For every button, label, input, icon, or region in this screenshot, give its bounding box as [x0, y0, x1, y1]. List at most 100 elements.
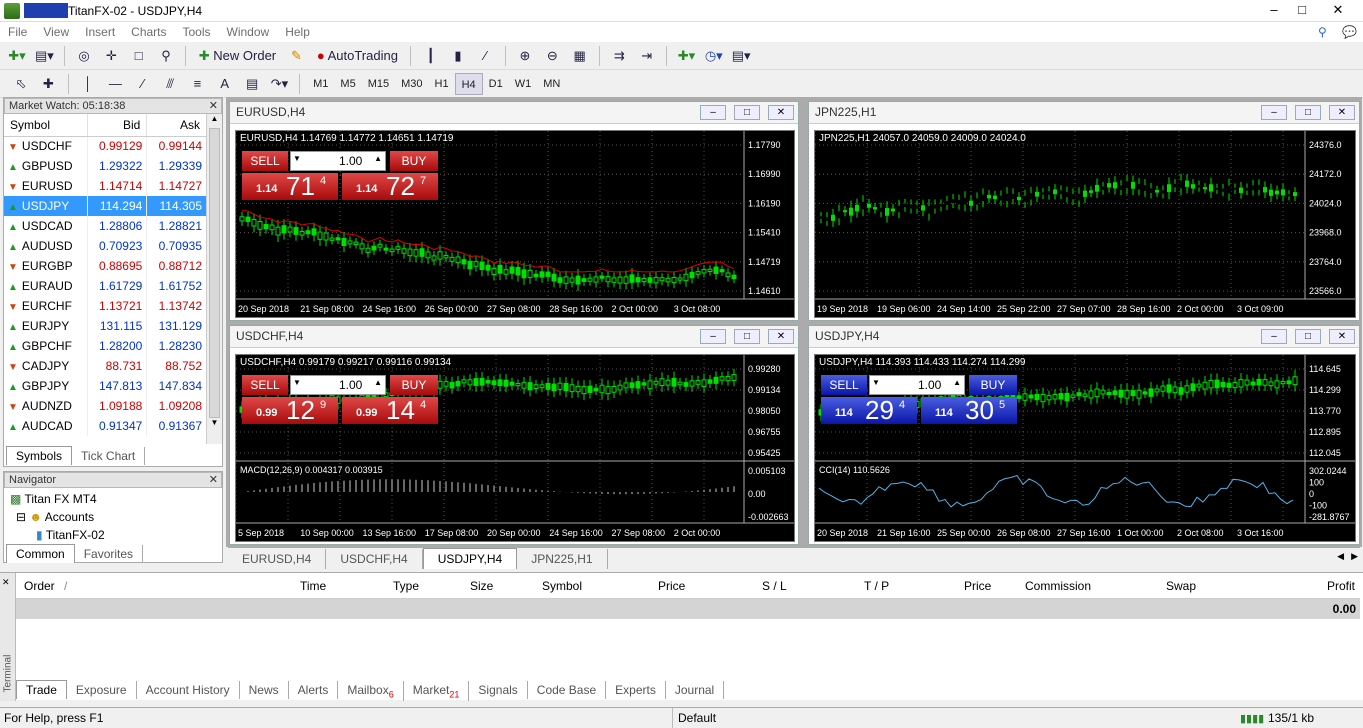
lot-up-icon[interactable]: ▲ — [374, 378, 382, 387]
market-watch-row[interactable]: ▲ USDCAD 1.28806 1.28821 — [4, 216, 207, 236]
buy-price-button[interactable]: 1.14 72 7 — [342, 171, 438, 201]
tab-favorites[interactable]: Favorites — [75, 545, 144, 563]
market-watch-row[interactable]: ▲ AUDUSD 0.70923 0.70935 — [4, 236, 207, 256]
market-watch-row[interactable]: ▼ AUDNZD 1.09188 1.09208 — [4, 396, 207, 416]
col-sl[interactable]: S / L — [762, 579, 787, 593]
lot-input[interactable]: ▼ 1.00 ▲ — [290, 375, 386, 395]
market-watch-row[interactable]: ▼ EURCHF 1.13721 1.13742 — [4, 296, 207, 316]
terminal-tab-news[interactable]: News — [240, 681, 289, 699]
zoom-out-icon[interactable]: ⊖ — [541, 45, 563, 67]
menu-view[interactable]: View — [35, 22, 77, 42]
col-tp[interactable]: T / P — [864, 579, 889, 593]
col-bid[interactable]: Bid — [87, 114, 148, 137]
lot-up-icon[interactable]: ▲ — [374, 154, 382, 163]
zoom-in-icon[interactable]: ⊕ — [514, 45, 536, 67]
navigator-icon[interactable]: □ — [128, 45, 150, 67]
col-time[interactable]: Time — [300, 579, 326, 593]
buy-label-button[interactable]: BUY — [390, 375, 438, 395]
nav-account-server[interactable]: ▮ TitanFX-02 — [10, 526, 105, 544]
terminal-tab-trade[interactable]: Trade — [16, 680, 67, 699]
sell-price-button[interactable]: 1.14 71 4 — [242, 171, 338, 201]
tf-h4[interactable]: H4 — [454, 73, 483, 95]
market-watch-row[interactable]: ▲ AUDCAD 0.91347 0.91367 — [4, 416, 207, 436]
chart-close-button[interactable]: ✕ — [768, 105, 794, 120]
market-watch-row[interactable]: ▼ CADJPY 88.731 88.752 — [4, 356, 207, 376]
search-icon[interactable]: ⚲ — [1310, 22, 1335, 42]
templates-icon[interactable]: ▤▾ — [730, 45, 752, 67]
chart-maximize-button[interactable]: □ — [1295, 105, 1321, 120]
chart-plot[interactable]: 24376.0 24172.0 24024.0 23968.0 23764.0 23566… — [814, 130, 1356, 318]
col-profit[interactable]: Profit — [1327, 579, 1355, 593]
lot-down-icon[interactable]: ▼ — [872, 378, 880, 387]
scroll-down-icon[interactable]: ▼ — [207, 418, 222, 432]
terminal-tab-alerts[interactable]: Alerts — [289, 681, 339, 699]
buy-price-button[interactable]: 0.99 14 4 — [342, 395, 438, 425]
bar-chart-icon[interactable]: ┃ — [420, 45, 442, 67]
autotrading-button[interactable]: ● AutoTrading — [313, 45, 402, 67]
tf-d1[interactable]: D1 — [483, 73, 509, 95]
tab-scroll-right-icon[interactable]: ▶ — [1351, 551, 1358, 562]
col-price-2[interactable]: Price — [964, 579, 991, 593]
terminal-tab-account-history[interactable]: Account History — [137, 681, 240, 699]
chart-maximize-button[interactable]: □ — [1295, 329, 1321, 344]
crosshair-icon[interactable]: ✚ — [37, 73, 59, 95]
close-icon[interactable]: ✕ — [2, 577, 10, 588]
col-commission[interactable]: Commission — [1025, 579, 1091, 593]
data-window-icon[interactable]: ✛ — [100, 45, 122, 67]
buy-price-button[interactable]: 114 30 5 — [921, 395, 1017, 425]
tf-m30[interactable]: M30 — [395, 73, 428, 95]
tf-mn[interactable]: MN — [537, 73, 566, 95]
vertical-line-icon[interactable]: │ — [77, 73, 99, 95]
chart-maximize-button[interactable]: □ — [734, 105, 760, 120]
chart-tab-eurusd[interactable]: EURUSD,H4 — [228, 549, 327, 569]
tester-icon[interactable]: ⚲ — [155, 45, 177, 67]
menu-tools[interactable]: Tools — [175, 22, 219, 42]
chat-icon[interactable]: 💬 — [1334, 22, 1363, 42]
maximize-button[interactable]: □ — [1288, 0, 1316, 20]
close-icon[interactable]: ✕ — [209, 99, 218, 113]
chart-close-button[interactable]: ✕ — [768, 329, 794, 344]
metaeditor-icon[interactable]: ✎ — [285, 45, 307, 67]
menu-charts[interactable]: Charts — [123, 22, 174, 42]
lot-down-icon[interactable]: ▼ — [293, 378, 301, 387]
chart-tab-usdjpy[interactable]: USDJPY,H4 — [422, 548, 518, 569]
text-label-icon[interactable]: ▤ — [241, 73, 263, 95]
col-swap[interactable]: Swap — [1166, 579, 1196, 593]
col-order[interactable]: Order — [24, 579, 55, 593]
lot-input[interactable]: ▼ 1.00 ▲ — [290, 151, 386, 171]
col-price[interactable]: Price — [658, 579, 685, 593]
close-icon[interactable]: ✕ — [209, 473, 218, 487]
nav-accounts[interactable]: ⊟ ☻ Accounts — [10, 508, 105, 526]
lot-up-icon[interactable]: ▲ — [953, 378, 961, 387]
market-watch-row[interactable]: ▲ EURJPY 131.115 131.129 — [4, 316, 207, 336]
chart-minimize-button[interactable]: – — [1261, 105, 1287, 120]
col-ask[interactable]: Ask — [146, 114, 207, 137]
col-type[interactable]: Type — [393, 579, 419, 593]
indicators-icon[interactable]: ✚▾ — [675, 45, 697, 67]
chart-minimize-button[interactable]: – — [700, 105, 726, 120]
chart-minimize-button[interactable]: – — [700, 329, 726, 344]
market-watch-row[interactable]: ▼ EURGBP 0.88695 0.88712 — [4, 256, 207, 276]
buy-label-button[interactable]: BUY — [390, 151, 438, 171]
tab-scroll-left-icon[interactable]: ◀ — [1337, 551, 1344, 562]
terminal-tab-market[interactable]: Market21 — [404, 681, 470, 702]
line-chart-icon[interactable]: ∕ — [474, 45, 496, 67]
col-symbol[interactable]: Symbol — [4, 114, 88, 137]
tf-w1[interactable]: W1 — [509, 73, 538, 95]
tf-m15[interactable]: M15 — [362, 73, 395, 95]
market-watch-row[interactable]: ▲ USDJPY 114.294 114.305 — [4, 196, 207, 216]
terminal-tab-signals[interactable]: Signals — [469, 681, 528, 699]
nav-terminal[interactable]: ▩ Titan FX MT4 — [10, 490, 105, 508]
market-watch-row[interactable]: ▲ GBPCHF 1.28200 1.28230 — [4, 336, 207, 356]
sell-label-button[interactable]: SELL — [242, 375, 288, 395]
chart-maximize-button[interactable]: □ — [734, 329, 760, 344]
chart-minimize-button[interactable]: – — [1261, 329, 1287, 344]
terminal-tab-code-base[interactable]: Code Base — [528, 681, 607, 699]
cursor-icon[interactable]: ⬁ — [10, 73, 32, 95]
chart-close-button[interactable]: ✕ — [1329, 105, 1355, 120]
new-chart-icon[interactable]: ✚▾ — [6, 45, 28, 67]
fibonacci-icon[interactable]: ≡ — [186, 73, 208, 95]
menu-help[interactable]: Help — [277, 22, 318, 42]
sell-price-button[interactable]: 114 29 4 — [821, 395, 917, 425]
tf-m5[interactable]: M5 — [334, 73, 361, 95]
